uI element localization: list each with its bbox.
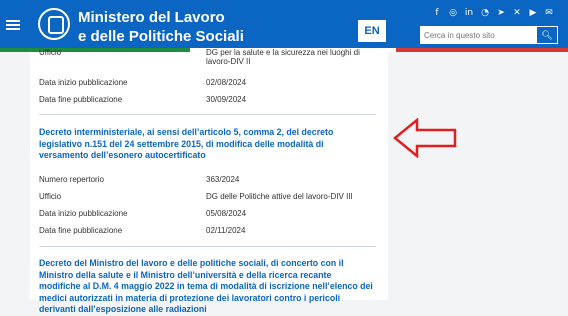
search-input[interactable]: [420, 26, 536, 44]
inizio-value: 02/08/2024: [206, 78, 247, 87]
ufficio-value: DG delle Politiche attive del lavoro-DIV…: [206, 192, 353, 201]
fine-label: Data fine pubblicazione: [39, 95, 123, 104]
divider: [39, 246, 376, 247]
youtube-icon[interactable]: ▶: [528, 8, 538, 18]
site-title-line2[interactable]: e delle Politiche Sociali: [78, 28, 244, 46]
fine-value: 30/09/2024: [206, 95, 247, 104]
fine-label: Data fine pubblicazione: [39, 226, 123, 235]
doc3-title-link[interactable]: Decreto del Ministro del lavoro e delle …: [39, 258, 374, 316]
inizio-label: Data inizio pubblicazione: [39, 209, 128, 218]
site-search: 🔍︎: [420, 26, 558, 44]
ufficio-label: Ufficio: [39, 192, 62, 201]
search-button[interactable]: 🔍︎: [536, 26, 558, 44]
telegram-icon[interactable]: ➤: [496, 8, 506, 18]
inizio-value: 05/08/2024: [206, 209, 247, 218]
facebook-icon[interactable]: f: [432, 8, 442, 18]
mail-icon[interactable]: ✉: [544, 8, 554, 18]
doc2-title-link[interactable]: Decreto interministeriale, ai sensi dell…: [39, 127, 374, 162]
linkedin-icon[interactable]: in: [464, 8, 474, 18]
fine-value: 02/11/2024: [206, 226, 246, 235]
decrees-list: Ufficio DG per la salute e la sicurezza …: [30, 48, 388, 314]
numero-label: Numero repertorio: [39, 175, 104, 184]
annotation-arrow-icon: [393, 118, 457, 158]
ufficio-label: Ufficio: [39, 48, 62, 57]
language-button[interactable]: EN: [358, 20, 386, 42]
site-title-line1[interactable]: Ministero del Lavoro: [78, 9, 225, 27]
numero-value: 363/2024: [206, 175, 240, 184]
hamburger-menu-icon[interactable]: [6, 20, 20, 30]
search-icon: 🔍︎: [541, 29, 553, 40]
divider: [39, 114, 376, 115]
site-header: Ministero del Lavoro e delle Politiche S…: [0, 0, 568, 48]
social-links: f ◎ in ◔ ➤ ✕ ▶ ✉: [432, 8, 554, 18]
x-icon[interactable]: ✕: [512, 8, 522, 18]
republic-emblem-logo[interactable]: [38, 8, 70, 40]
ufficio-value: DG per la salute e la sicurezza nei luog…: [206, 48, 360, 66]
instagram-icon[interactable]: ◎: [448, 8, 458, 18]
inizio-label: Data inizio pubblicazione: [39, 78, 128, 87]
rss-icon[interactable]: ◔: [480, 8, 490, 18]
